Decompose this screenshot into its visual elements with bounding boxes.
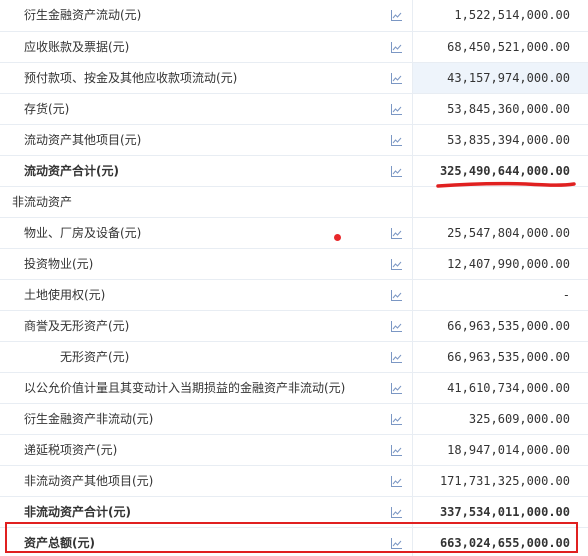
line-chart-icon[interactable] <box>391 10 402 21</box>
line-chart-icon[interactable] <box>391 321 402 332</box>
row-label: 流动资产其他项目(元) <box>24 133 142 147</box>
row-label: 资产总额(元) <box>24 536 95 550</box>
red-dot-annotation <box>334 234 341 241</box>
row-label: 应收账款及票据(元) <box>24 40 130 54</box>
row-value: 25,547,804,000.00 <box>447 226 570 240</box>
line-chart-icon[interactable] <box>391 352 402 363</box>
row-label: 非流动资产其他项目(元) <box>24 474 154 488</box>
row-value: 66,963,535,000.00 <box>447 319 570 333</box>
row-value: 12,407,990,000.00 <box>447 257 570 271</box>
line-chart-icon[interactable] <box>391 73 402 84</box>
table-row: 衍生金融资产流动(元) 1,522,514,000.00 <box>0 0 588 32</box>
row-value: 325,609,000.00 <box>468 412 570 426</box>
row-label: 以公允价值计量且其变动计入当期损益的金融资产非流动(元) <box>24 381 346 395</box>
row-label: 衍生金融资产流动(元) <box>24 8 142 22</box>
row-label: 流动资产合计(元) <box>24 164 119 178</box>
table-row-total: 流动资产合计(元) 325,490,644,000.00 <box>0 156 588 187</box>
table-row-grand-total: 资产总额(元) 663,024,655,000.00 <box>0 528 588 556</box>
row-value: 43,157,974,000.00 <box>413 63 588 93</box>
table-row: 物业、厂房及设备(元) 25,547,804,000.00 <box>0 218 588 249</box>
table-row: 递延税项资产(元) 18,947,014,000.00 <box>0 435 588 466</box>
row-value: 53,845,360,000.00 <box>447 102 570 116</box>
row-label: 预付款项、按金及其他应收款项流动(元) <box>24 71 238 85</box>
row-label: 存货(元) <box>24 102 70 116</box>
line-chart-icon[interactable] <box>391 259 402 270</box>
row-value: 1,522,514,000.00 <box>454 8 570 22</box>
row-value: 53,835,394,000.00 <box>447 133 570 147</box>
table-row: 预付款项、按金及其他应收款项流动(元) 43,157,974,000.00 <box>0 63 588 94</box>
table-row: 存货(元) 53,845,360,000.00 <box>0 94 588 125</box>
line-chart-icon[interactable] <box>391 135 402 146</box>
line-chart-icon[interactable] <box>391 476 402 487</box>
line-chart-icon[interactable] <box>391 445 402 456</box>
table-row: 应收账款及票据(元) 68,450,521,000.00 <box>0 32 588 63</box>
row-label: 衍生金融资产非流动(元) <box>24 412 154 426</box>
line-chart-icon[interactable] <box>391 383 402 394</box>
line-chart-icon[interactable] <box>391 507 402 518</box>
row-value: 66,963,535,000.00 <box>447 350 570 364</box>
row-value <box>413 187 588 217</box>
line-chart-icon[interactable] <box>391 538 402 549</box>
table-row: 非流动资产其他项目(元) 171,731,325,000.00 <box>0 466 588 497</box>
row-value: - <box>562 288 570 302</box>
row-label: 物业、厂房及设备(元) <box>24 226 142 240</box>
section-header-row: 非流动资产 <box>0 187 588 218</box>
row-value: 337,534,011,000.00 <box>439 505 570 519</box>
balance-sheet-table: 衍生金融资产流动(元) 1,522,514,000.00 应收账款及票据(元) … <box>0 0 588 556</box>
row-label: 非流动资产合计(元) <box>24 505 131 519</box>
section-title: 非流动资产 <box>12 195 73 209</box>
row-label: 递延税项资产(元) <box>24 443 118 457</box>
table-row: 衍生金融资产非流动(元) 325,609,000.00 <box>0 404 588 435</box>
row-label: 商誉及无形资产(元) <box>24 319 130 333</box>
line-chart-icon[interactable] <box>391 166 402 177</box>
row-value: 68,450,521,000.00 <box>447 40 570 54</box>
row-label: 土地使用权(元) <box>24 288 106 302</box>
row-value: 41,610,734,000.00 <box>447 381 570 395</box>
row-label: 投资物业(元) <box>24 257 94 271</box>
table-row: 商誉及无形资产(元) 66,963,535,000.00 <box>0 311 588 342</box>
line-chart-icon[interactable] <box>391 104 402 115</box>
table-row: 无形资产(元) 66,963,535,000.00 <box>0 342 588 373</box>
row-label: 无形资产(元) <box>60 350 130 364</box>
row-value: 325,490,644,000.00 <box>439 164 570 178</box>
table-row: 以公允价值计量且其变动计入当期损益的金融资产非流动(元) 41,610,734,… <box>0 373 588 404</box>
row-value: 663,024,655,000.00 <box>439 536 570 550</box>
table-row: 投资物业(元) 12,407,990,000.00 <box>0 249 588 280</box>
line-chart-icon[interactable] <box>391 42 402 53</box>
table-row: 土地使用权(元) - <box>0 280 588 311</box>
line-chart-icon[interactable] <box>391 290 402 301</box>
row-value: 18,947,014,000.00 <box>447 443 570 457</box>
table-row-total: 非流动资产合计(元) 337,534,011,000.00 <box>0 497 588 528</box>
line-chart-icon[interactable] <box>391 228 402 239</box>
line-chart-icon[interactable] <box>391 414 402 425</box>
row-value: 171,731,325,000.00 <box>439 474 570 488</box>
table-row: 流动资产其他项目(元) 53,835,394,000.00 <box>0 125 588 156</box>
